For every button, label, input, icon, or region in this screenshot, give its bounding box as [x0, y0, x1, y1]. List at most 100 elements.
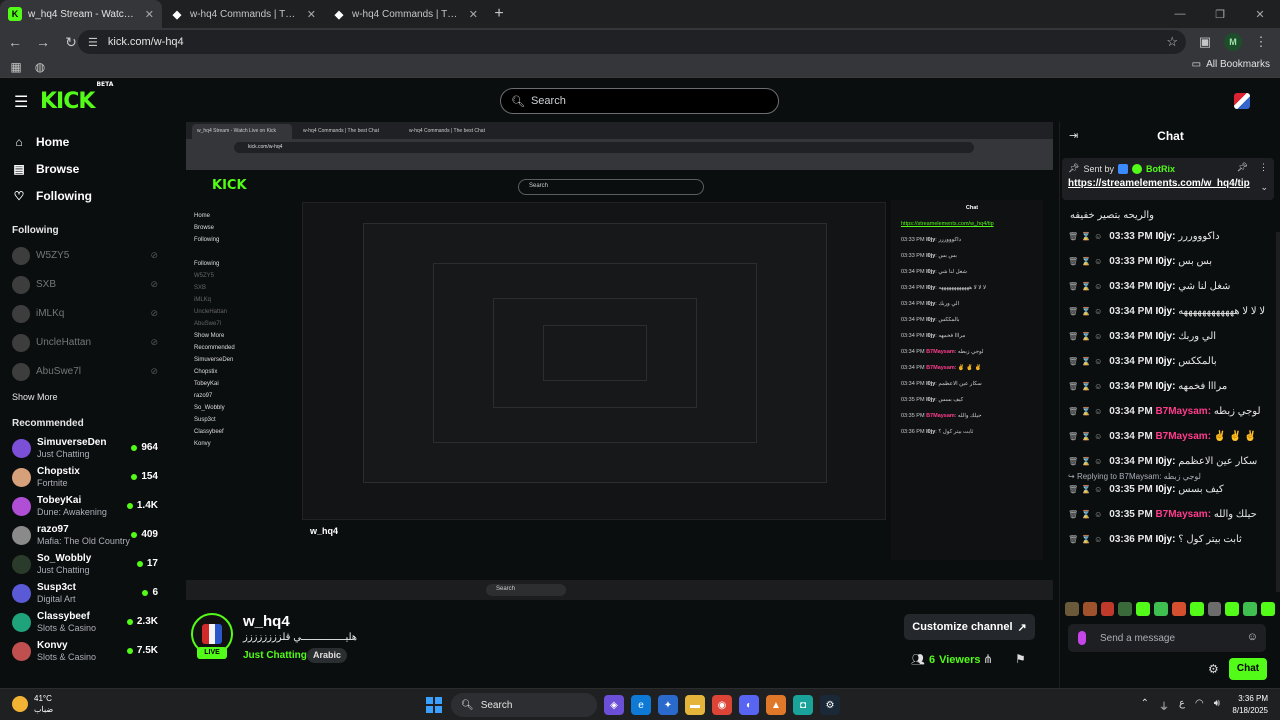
- emote-icon[interactable]: [1225, 602, 1240, 616]
- emote-icon[interactable]: [1189, 602, 1204, 616]
- chat-message[interactable]: 🗑︎⌛☺ 03:33 PM I0jy: داكوووررر: [1060, 230, 1280, 244]
- chat-message[interactable]: 🗑︎⌛☺ 03:34 PM I0jy: بالمككس: [1060, 355, 1280, 369]
- wifi-icon[interactable]: ◠: [1195, 698, 1204, 713]
- minimize-icon[interactable]: —: [1160, 0, 1200, 28]
- following-item[interactable]: UncleHattan ⊘: [0, 328, 170, 357]
- recommended-item[interactable]: Chopstix Fortnite 154: [0, 463, 170, 492]
- video-player[interactable]: w_hq4 Stream - Watch Live on Kick w-hq4 …: [186, 122, 1053, 600]
- message-username[interactable]: B7Maysam: [1155, 509, 1207, 520]
- system-clock[interactable]: 3:36 PM 8/18/2025: [1232, 693, 1268, 717]
- copilot-icon[interactable]: ✦: [658, 695, 678, 715]
- message-action-icons[interactable]: 🗑︎⌛☺: [1068, 257, 1105, 266]
- recommended-item[interactable]: Susp3ct Digital Art 6: [0, 579, 170, 608]
- chat-message[interactable]: 🗑︎⌛☺ 03:34 PM I0jy: الي وربك: [1060, 330, 1280, 344]
- browser-tab-commands-1[interactable]: ◆ w-hq4 Commands | The best Chat ✕: [162, 0, 324, 28]
- browser-tab-commands-2[interactable]: ◆ w-hq4 Commands | The best Chat ✕: [324, 0, 486, 28]
- emote-icon[interactable]: [1136, 602, 1151, 616]
- following-item[interactable]: AbuSwe7l ⊘: [0, 357, 170, 386]
- message-action-icons[interactable]: 🗑︎⌛☺: [1068, 457, 1105, 466]
- message-action-icons[interactable]: 🗑︎⌛☺: [1068, 432, 1105, 441]
- gear-icon[interactable]: ⚙: [1208, 662, 1219, 676]
- message-action-icons[interactable]: 🗑︎⌛☺: [1068, 485, 1105, 494]
- mic-icon[interactable]: ⏚: [1159, 698, 1169, 713]
- browser-tab-kick[interactable]: K w_hq4 Stream - Watch Live on Kick ✕: [0, 0, 162, 28]
- message-username[interactable]: I0jy: [1155, 231, 1172, 242]
- taskbar-search[interactable]: 🔍︎ Search: [451, 693, 597, 717]
- volume-icon[interactable]: 🔊︎: [1214, 698, 1220, 713]
- hamburger-menu-icon[interactable]: ☰: [14, 92, 28, 112]
- recommended-item[interactable]: razo97 Mafia: The Old Country 409: [0, 521, 170, 550]
- recommended-item[interactable]: Classybeef Slots & Casino 2.3K: [0, 608, 170, 637]
- close-window-icon[interactable]: ✕: [1240, 0, 1280, 28]
- message-action-icons[interactable]: 🗑︎⌛☺: [1068, 407, 1105, 416]
- message-username[interactable]: I0jy: [1155, 534, 1172, 545]
- message-action-icons[interactable]: 🗑︎⌛☺: [1068, 232, 1105, 241]
- steam-icon[interactable]: ⚙: [820, 695, 840, 715]
- pinned-message[interactable]: 📌︎ Sent by BotRix https://streamelements…: [1062, 158, 1274, 200]
- message-username[interactable]: I0jy: [1155, 256, 1172, 267]
- show-more-button[interactable]: Show More: [0, 386, 170, 408]
- chevron-down-icon[interactable]: ⌄: [1260, 182, 1268, 193]
- discord-icon[interactable]: ◐: [739, 695, 759, 715]
- emote-icon[interactable]: [1118, 602, 1133, 616]
- new-tab-button[interactable]: +: [486, 0, 512, 28]
- recommended-item[interactable]: TobeyKai Dune: Awakening 1.4K: [0, 492, 170, 521]
- apps-grid-icon[interactable]: ▦: [8, 60, 24, 74]
- emote-icon[interactable]: [1207, 602, 1222, 616]
- message-username[interactable]: I0jy: [1155, 456, 1172, 467]
- all-bookmarks-button[interactable]: ▭ All Bookmarks: [1192, 59, 1270, 70]
- message-action-icons[interactable]: 🗑︎⌛☺: [1068, 357, 1105, 366]
- chat-message[interactable]: 🗑︎⌛☺ 03:34 PM I0jy: مرااا فخمهه: [1060, 380, 1280, 394]
- pinned-menu-icon[interactable]: ⋮: [1259, 162, 1268, 173]
- tab-search-icon[interactable]: ▣: [1192, 29, 1218, 55]
- edge-icon[interactable]: e: [631, 695, 651, 715]
- recommended-item[interactable]: So_Wobbly Just Chatting 17: [0, 550, 170, 579]
- language-icon[interactable]: ع: [1179, 698, 1185, 713]
- language-tag[interactable]: Arabic: [307, 648, 348, 663]
- search-bar[interactable]: 🔍︎ Search: [500, 88, 779, 114]
- stream-category[interactable]: Just Chatting: [243, 650, 307, 661]
- microphone-icon[interactable]: [1078, 631, 1086, 645]
- chat-message[interactable]: 🗑︎⌛☺ 03:34 PM I0jy: لا لا لا هههههههههههه…: [1060, 305, 1280, 319]
- close-tab-icon[interactable]: ✕: [145, 8, 154, 21]
- chat-message[interactable]: 🗑︎⌛☺ 03:34 PM B7Maysam: لوجي زبطه: [1060, 405, 1280, 419]
- weather-widget[interactable]: 41°C ضباب: [12, 693, 53, 715]
- chat-scrollbar[interactable]: [1276, 232, 1280, 592]
- windows-start-icon[interactable]: [426, 697, 442, 713]
- close-tab-icon[interactable]: ✕: [307, 8, 316, 21]
- message-username[interactable]: I0jy: [1155, 484, 1172, 495]
- message-username[interactable]: I0jy: [1155, 306, 1172, 317]
- message-username[interactable]: B7Maysam: [1155, 431, 1207, 442]
- message-username[interactable]: I0jy: [1155, 281, 1172, 292]
- message-username[interactable]: I0jy: [1155, 331, 1172, 342]
- emote-icon[interactable]: [1243, 602, 1258, 616]
- emoji-icon[interactable]: ☺: [1247, 631, 1258, 643]
- emote-icon[interactable]: [1065, 602, 1079, 616]
- message-action-icons[interactable]: 🗑︎⌛☺: [1068, 282, 1105, 291]
- message-action-icons[interactable]: 🗑︎⌛☺: [1068, 307, 1105, 316]
- sidebar-nav-following[interactable]: ♡ Following: [0, 182, 170, 209]
- chat-message[interactable]: 🗑︎⌛☺ 03:34 PM B7Maysam: ✌ ✌ ✌: [1060, 430, 1280, 444]
- address-bar[interactable]: ☰ kick.com/w-hq4 ☆: [78, 30, 1186, 54]
- chat-message[interactable]: 🗑︎⌛☺ 03:35 PM I0jy: كيف بسس: [1060, 483, 1280, 497]
- customize-channel-button[interactable]: Customize channel ↗: [904, 614, 1035, 640]
- pinned-link[interactable]: https://streamelements.com/w_hq4/tip: [1068, 178, 1268, 189]
- following-item[interactable]: W5ZY5 ⊘: [0, 241, 170, 270]
- share-icon[interactable]: ⋔: [983, 652, 993, 666]
- chat-message[interactable]: 🗑︎⌛☺ 03:36 PM I0jy: ثابت بيتر كول ؟: [1060, 533, 1280, 547]
- profile-avatar[interactable]: M: [1224, 33, 1242, 51]
- chat-message-input[interactable]: Send a message ☺: [1068, 624, 1266, 652]
- menu-dots-icon[interactable]: ⋮: [1248, 29, 1274, 55]
- forward-icon[interactable]: →: [30, 29, 56, 55]
- emote-icon[interactable]: [1261, 602, 1275, 616]
- sidebar-nav-home[interactable]: ⌂ Home: [0, 128, 170, 155]
- message-username[interactable]: I0jy: [1155, 381, 1172, 392]
- chat-message[interactable]: 🗑︎⌛☺ 03:33 PM I0jy: بس بس: [1060, 255, 1280, 269]
- recommended-item[interactable]: SimuverseDen Just Chatting 964: [0, 434, 170, 463]
- chevron-up-icon[interactable]: ⌃: [1141, 698, 1149, 713]
- message-username[interactable]: I0jy: [1155, 356, 1172, 367]
- site-info-icon[interactable]: ☰: [88, 36, 98, 49]
- user-avatar[interactable]: [1234, 93, 1250, 109]
- channel-name[interactable]: w_hq4: [243, 613, 290, 630]
- bookmark-star-icon[interactable]: ☆: [1166, 34, 1178, 50]
